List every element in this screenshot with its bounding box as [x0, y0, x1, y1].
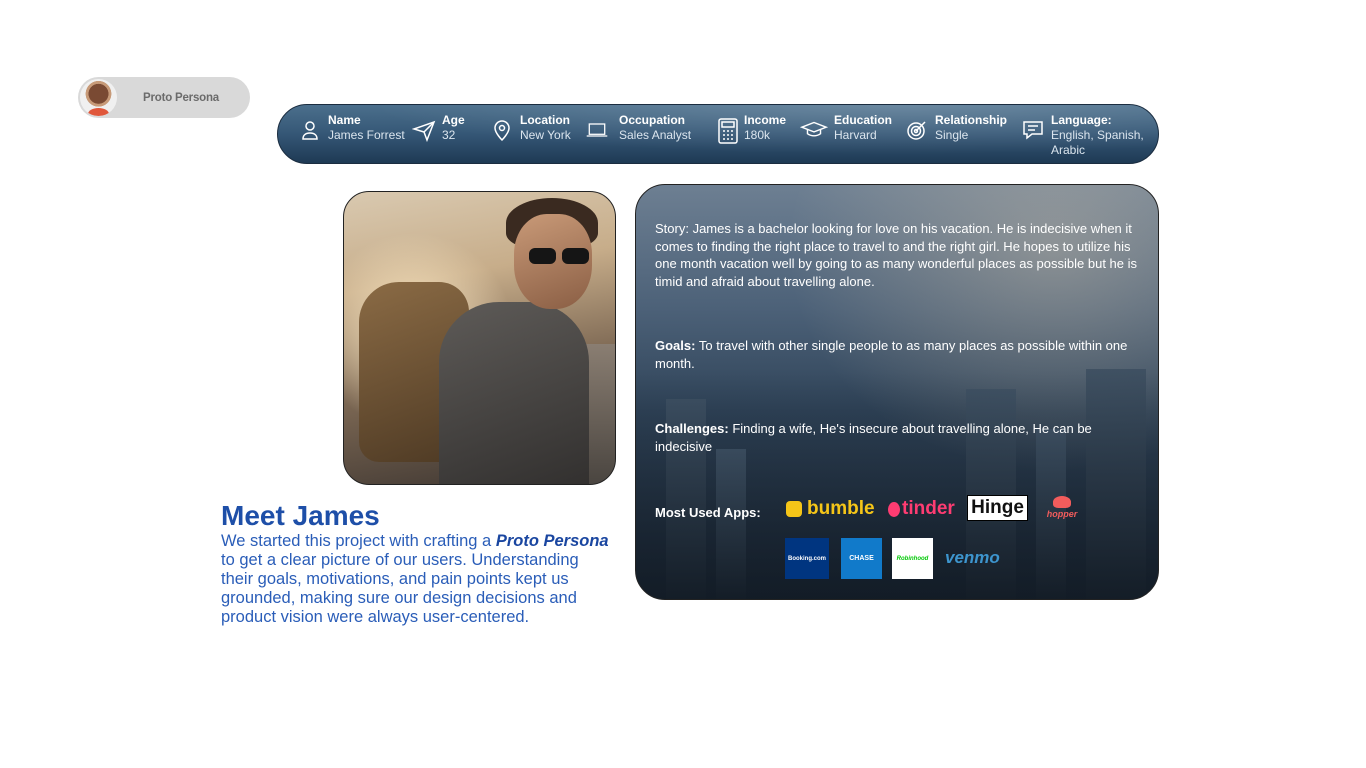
- hopper-logo: hopper: [1042, 492, 1082, 522]
- field-label: Age: [442, 113, 465, 127]
- pill-label: Proto Persona: [143, 91, 220, 104]
- field-education: Education Harvard: [800, 113, 892, 143]
- tinder-logo: tinder: [888, 498, 955, 520]
- field-name: Name James Forrest: [298, 113, 405, 143]
- field-label: Location: [520, 113, 570, 127]
- field-value: Harvard: [834, 128, 877, 142]
- goals-label: Goals:: [655, 338, 696, 353]
- bunny-icon: [1053, 495, 1071, 508]
- location-pin-icon: [494, 120, 510, 142]
- paper-plane-icon: [412, 120, 436, 142]
- meet-title: Meet James: [221, 500, 380, 531]
- persona-info-bar: Name James Forrest Age 32 Location New York…: [277, 104, 1159, 164]
- goals-text: Goals: To travel with other single peopl…: [655, 337, 1147, 372]
- field-label: Occupation: [619, 113, 686, 127]
- meet-description: We started this project with crafting a …: [221, 532, 611, 627]
- challenges-text: Challenges: Finding a wife, He's insecur…: [655, 420, 1147, 455]
- story-card: Story: James is a bachelor looking for l…: [635, 184, 1159, 600]
- field-age: Age 32: [412, 113, 465, 143]
- hinge-logo: Hinge: [967, 495, 1028, 521]
- graduation-cap-icon: [800, 121, 828, 137]
- chat-icon: [1023, 121, 1043, 140]
- laptop-icon: [586, 123, 608, 137]
- person-icon: [302, 121, 318, 140]
- field-relationship: Relationship Single: [905, 113, 1007, 143]
- meet-desc-part-2: to get a clear picture of our users. Und…: [221, 551, 579, 626]
- bumble-logo: bumble: [786, 498, 875, 520]
- bumble-icon: [786, 501, 802, 517]
- field-location: Location New York: [490, 113, 571, 143]
- venmo-logo: venmo: [945, 548, 1000, 567]
- field-occupation: Occupation Sales Analyst: [585, 113, 691, 143]
- most-used-apps-label: Most Used Apps:: [655, 505, 761, 520]
- proto-persona-pill: Proto Persona: [78, 77, 250, 118]
- bumble-wordmark: bumble: [807, 498, 875, 519]
- field-label: Relationship: [935, 113, 1008, 127]
- story-text: Story: James is a bachelor looking for l…: [655, 221, 1138, 289]
- flame-icon: [888, 501, 900, 517]
- field-income: Income 180k: [716, 113, 786, 146]
- meet-desc-emphasis: Proto Persona: [495, 532, 609, 550]
- chase-logo: CHASE: [841, 538, 882, 579]
- field-label: Income: [744, 113, 787, 127]
- persona-photo: [343, 191, 616, 485]
- field-value: New York: [520, 128, 571, 142]
- target-icon: [907, 121, 926, 140]
- avatar: [80, 79, 117, 116]
- field-value: Single: [935, 128, 969, 142]
- field-label: Name: [328, 113, 361, 127]
- goals-value: To travel with other single people to as…: [655, 338, 1128, 371]
- field-language: Language: English, Spanish, Arabic: [1021, 113, 1151, 158]
- robinhood-logo: Robinhood: [892, 538, 933, 579]
- tinder-wordmark: tinder: [902, 498, 955, 519]
- field-label: Language:: [1051, 113, 1112, 127]
- field-label: Education: [834, 113, 893, 127]
- field-value: 32: [442, 128, 456, 142]
- hopper-wordmark: hopper: [1046, 508, 1078, 519]
- persona-slide: Proto Persona Name James Forrest Age 32 Lo…: [0, 0, 1366, 768]
- field-value: Sales Analyst: [619, 128, 692, 142]
- field-value: James Forrest: [328, 128, 405, 142]
- booking-logo: Booking.com: [785, 538, 829, 579]
- calculator-icon: [718, 118, 738, 144]
- field-value: English, Spanish, Arabic: [1051, 128, 1144, 157]
- meet-desc-part-1: We started this project with crafting a: [221, 532, 496, 550]
- challenges-label: Challenges:: [655, 421, 729, 436]
- field-value: 180k: [744, 128, 771, 142]
